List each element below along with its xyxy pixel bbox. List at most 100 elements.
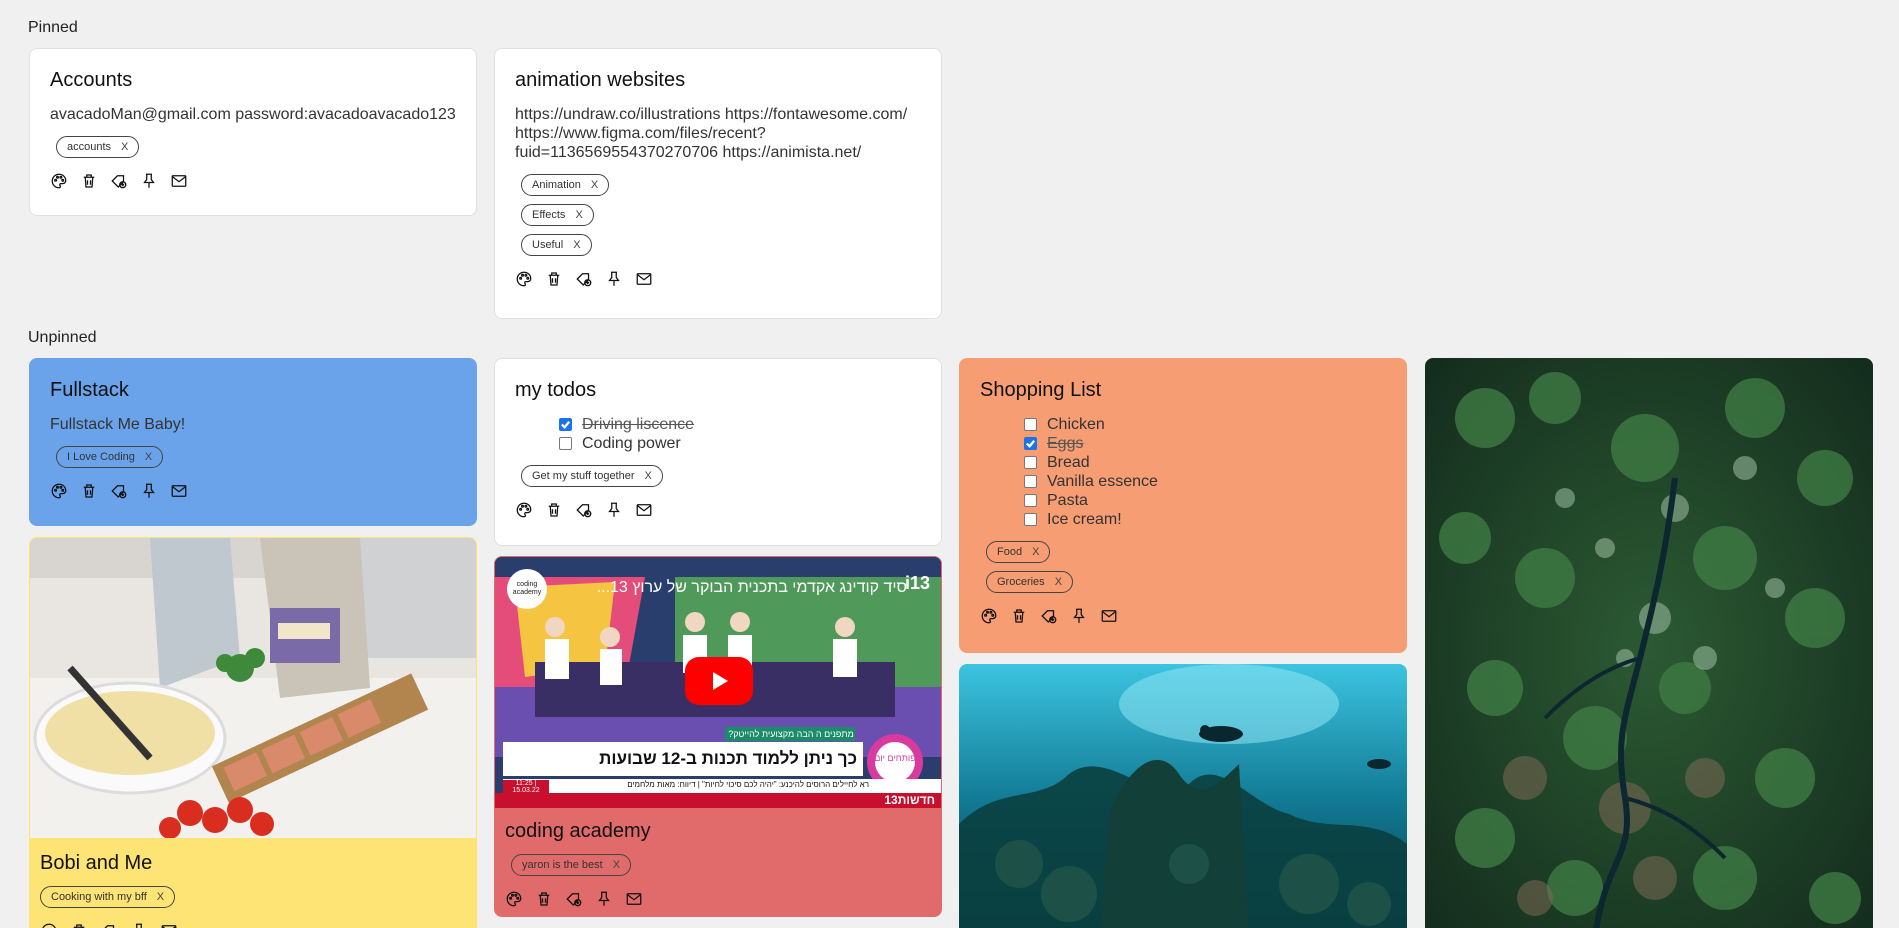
note-accounts[interactable]: Accounts avacadoMan@gmail.com password:a… <box>29 48 477 216</box>
mail-icon[interactable] <box>170 482 188 500</box>
video-title[interactable]: סיד קודינג אקדמי בתכנית הבוקר של ערוץ 13… <box>557 579 907 597</box>
label-add-icon[interactable] <box>110 482 128 500</box>
label-add-icon[interactable] <box>575 501 593 519</box>
note-my-todos[interactable]: my todos Driving liscence Coding power G… <box>494 358 942 546</box>
play-button[interactable] <box>685 657 753 705</box>
todo-list: Driving liscence Coding power <box>515 415 921 453</box>
todo-checkbox[interactable] <box>1024 494 1037 507</box>
remove-label-button[interactable]: X <box>573 239 580 251</box>
trash-icon[interactable] <box>535 890 553 908</box>
pin-icon[interactable] <box>595 890 613 908</box>
mail-icon[interactable] <box>625 890 643 908</box>
todo-checkbox[interactable] <box>1024 513 1037 526</box>
note-text: https://undraw.co/illustrations https://… <box>515 106 908 161</box>
todo-list: Chicken Eggs Bread Vanilla essence Pasta… <box>980 415 1386 529</box>
note-actions <box>515 270 921 288</box>
mail-icon[interactable] <box>635 501 653 519</box>
note-text: avacadoMan@gmail.com password:avacadoava… <box>50 106 456 123</box>
label-chip[interactable]: Effects X <box>521 204 594 226</box>
trash-icon[interactable] <box>545 270 563 288</box>
remove-label-button[interactable]: X <box>157 891 164 903</box>
note-title: coding academy <box>505 820 651 842</box>
video-headline: כך ניתן ללמוד תכנות ב-12 שבועות <box>599 749 857 768</box>
note-title: my todos <box>515 379 597 401</box>
todo-item: Bread <box>1024 453 1386 472</box>
mail-icon[interactable] <box>635 270 653 288</box>
label-add-icon[interactable] <box>565 890 583 908</box>
todo-item: Pasta <box>1024 491 1386 510</box>
unpinned-section-title: Unpinned <box>28 329 97 346</box>
remove-label-button[interactable]: X <box>645 470 652 482</box>
cooking-photo <box>30 538 476 838</box>
label-chip[interactable]: yaron is the best X <box>511 854 632 876</box>
channel-logo: i13 <box>905 573 931 593</box>
trash-icon[interactable] <box>70 922 88 928</box>
pin-icon[interactable] <box>140 172 158 190</box>
remove-label-button[interactable]: X <box>121 141 128 153</box>
remove-label-button[interactable]: X <box>145 451 152 463</box>
todo-item: Coding power <box>559 434 921 453</box>
trash-icon[interactable] <box>545 501 563 519</box>
label-add-icon[interactable] <box>1040 607 1058 625</box>
pin-icon[interactable] <box>1070 607 1088 625</box>
palette-icon[interactable] <box>50 482 68 500</box>
remove-label-button[interactable]: X <box>591 179 598 191</box>
todo-checkbox[interactable] <box>1024 475 1037 488</box>
remove-label-button[interactable]: X <box>575 209 582 221</box>
remove-label-button[interactable]: X <box>1055 576 1062 588</box>
mail-icon[interactable] <box>170 172 188 190</box>
note-title: Fullstack <box>50 379 129 401</box>
label-add-icon[interactable] <box>110 172 128 190</box>
todo-checkbox[interactable] <box>1024 437 1037 450</box>
note-fullstack[interactable]: Fullstack Fullstack Me Baby! I Love Codi… <box>29 358 477 526</box>
note-underwater-image[interactable] <box>959 664 1407 928</box>
trash-icon[interactable] <box>1010 607 1028 625</box>
trash-icon[interactable] <box>80 482 98 500</box>
channel-avatar[interactable]: coding academy <box>507 569 547 609</box>
pin-icon[interactable] <box>130 922 148 928</box>
todo-checkbox[interactable] <box>559 418 572 431</box>
label-add-icon[interactable] <box>575 270 593 288</box>
remove-label-button[interactable]: X <box>1032 546 1039 558</box>
note-coding-academy[interactable]: coding academy סיד קודינג אקדמי בתכנית ה… <box>494 556 942 917</box>
todo-checkbox[interactable] <box>1024 418 1037 431</box>
note-animation-websites[interactable]: animation websites https://undraw.co/ill… <box>494 48 942 319</box>
palette-icon[interactable] <box>980 607 998 625</box>
remove-label-button[interactable]: X <box>613 859 620 871</box>
pin-icon[interactable] <box>605 270 623 288</box>
note-bobi-and-me[interactable]: Bobi and Me Cooking with my bff X <box>29 537 477 928</box>
label-chip[interactable]: Food X <box>986 541 1051 563</box>
note-actions <box>515 501 921 519</box>
label-chip[interactable]: Useful X <box>521 234 592 256</box>
palette-icon[interactable] <box>515 270 533 288</box>
pin-icon[interactable] <box>140 482 158 500</box>
video-tag: מתפנים ה הבה מקצועית להייטק? <box>728 729 854 739</box>
youtube-embed[interactable]: coding academy סיד קודינג אקדמי בתכנית ה… <box>495 557 941 808</box>
palette-icon[interactable] <box>50 172 68 190</box>
note-actions <box>980 607 1386 625</box>
label-add-icon[interactable] <box>100 922 118 928</box>
trash-icon[interactable] <box>80 172 98 190</box>
play-icon <box>713 672 728 690</box>
label-chip[interactable]: accounts X <box>56 136 140 158</box>
label-chip[interactable]: Get my stuff together X <box>521 465 663 487</box>
palette-icon[interactable] <box>515 501 533 519</box>
note-title: Accounts <box>50 69 133 91</box>
label-chip[interactable]: I Love Coding X <box>56 446 164 468</box>
note-actions <box>505 890 931 908</box>
mail-icon[interactable] <box>160 922 178 928</box>
palette-icon[interactable] <box>40 922 58 928</box>
note-actions <box>40 922 466 928</box>
todo-checkbox[interactable] <box>559 437 572 450</box>
note-forest-image[interactable] <box>1425 358 1873 928</box>
pin-icon[interactable] <box>605 501 623 519</box>
todo-item: Chicken <box>1024 415 1386 434</box>
todo-checkbox[interactable] <box>1024 456 1037 469</box>
label-chip[interactable]: Animation X <box>521 174 610 196</box>
label-chip[interactable]: Groceries X <box>986 571 1074 593</box>
palette-icon[interactable] <box>505 890 523 908</box>
label-chip[interactable]: Cooking with my bff X <box>40 886 176 908</box>
mail-icon[interactable] <box>1100 607 1118 625</box>
note-shopping-list[interactable]: Shopping List Chicken Eggs Bread Vanilla… <box>959 358 1407 653</box>
note-text: Fullstack Me Baby! <box>50 416 186 433</box>
